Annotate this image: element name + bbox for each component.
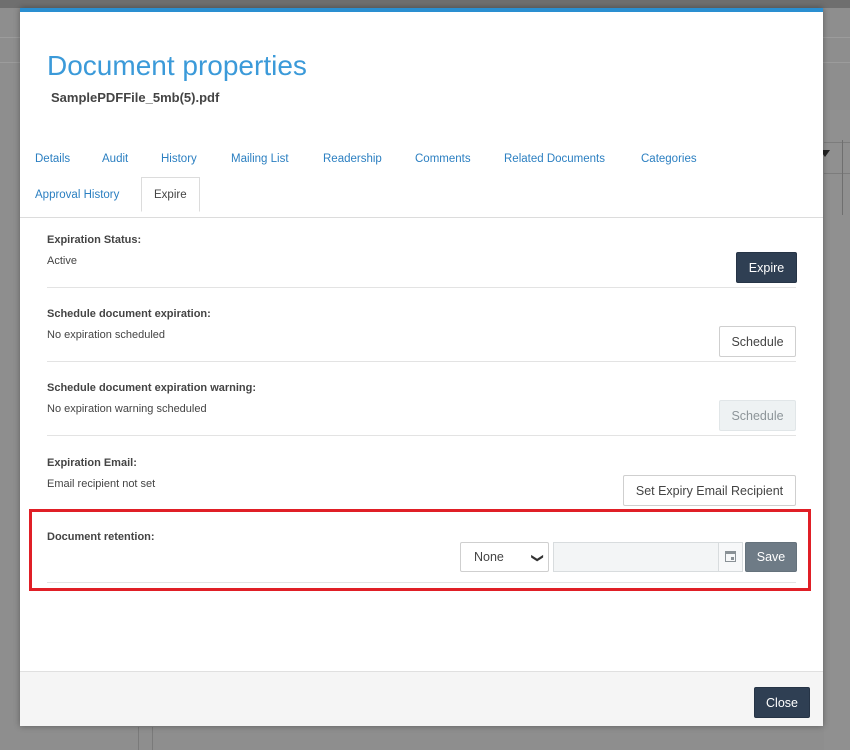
calendar-icon — [725, 551, 736, 562]
background-app-header-cell — [824, 142, 850, 174]
background-app-divider — [842, 140, 843, 215]
tab-comments[interactable]: Comments — [415, 153, 471, 165]
document-retention-label: Document retention: — [47, 531, 155, 543]
document-filename: SamplePDFFile_5mb(5).pdf — [51, 90, 220, 105]
retention-period-selected-value: None — [474, 550, 504, 564]
tab-related-documents[interactable]: Related Documents — [504, 153, 605, 165]
expiration-email-label: Expiration Email: — [47, 457, 137, 469]
tab-audit[interactable]: Audit — [102, 153, 128, 165]
schedule-expiration-value: No expiration scheduled — [47, 329, 166, 341]
retention-date-input[interactable] — [553, 542, 718, 572]
schedule-warning-section: Schedule document expiration warning: No… — [47, 382, 796, 436]
tab-expire[interactable]: Expire — [141, 177, 200, 212]
schedule-expiration-label: Schedule document expiration: — [47, 308, 211, 320]
close-button[interactable]: Close — [754, 687, 810, 718]
dialog-title: Document properties — [47, 50, 307, 81]
retention-period-select[interactable]: None ❯ — [460, 542, 549, 572]
dialog-footer: Close — [20, 671, 823, 726]
background-app-topbar — [0, 0, 850, 8]
background-app-divider — [152, 727, 153, 750]
tab-mailing-list[interactable]: Mailing List — [231, 153, 289, 165]
tab-history[interactable]: History — [161, 153, 197, 165]
schedule-warning-button[interactable]: Schedule — [719, 400, 796, 431]
expiration-status-label: Expiration Status: — [47, 234, 142, 246]
expiration-status-section: Expiration Status: Active Expire — [47, 234, 797, 288]
schedule-warning-label: Schedule document expiration warning: — [47, 382, 257, 394]
expire-button[interactable]: Expire — [736, 252, 797, 283]
schedule-warning-value: No expiration warning scheduled — [47, 403, 207, 415]
expiration-status-value: Active — [47, 255, 77, 267]
chevron-down-icon: ❯ — [530, 552, 545, 564]
expiration-email-section: Expiration Email: Email recipient not se… — [47, 457, 796, 511]
document-properties-dialog: Document properties SamplePDFFile_5mb(5)… — [20, 8, 823, 726]
tab-readership[interactable]: Readership — [323, 153, 382, 165]
tab-details[interactable]: Details — [35, 153, 70, 165]
background-app-panel — [824, 110, 850, 750]
schedule-expiration-button[interactable]: Schedule — [719, 326, 796, 357]
document-retention-section: Document retention: None ❯ Save — [47, 531, 797, 583]
tab-bar: Details Audit History Mailing List Reade… — [20, 142, 823, 218]
schedule-expiration-section: Schedule document expiration: No expirat… — [47, 308, 796, 362]
tab-approval-history[interactable]: Approval History — [35, 189, 119, 201]
date-picker-button[interactable] — [718, 542, 743, 572]
set-expiry-email-recipient-button[interactable]: Set Expiry Email Recipient — [623, 475, 796, 506]
save-retention-button[interactable]: Save — [745, 542, 797, 572]
expiration-email-value: Email recipient not set — [47, 478, 156, 490]
background-app-divider — [138, 727, 139, 750]
tab-categories[interactable]: Categories — [641, 153, 697, 165]
